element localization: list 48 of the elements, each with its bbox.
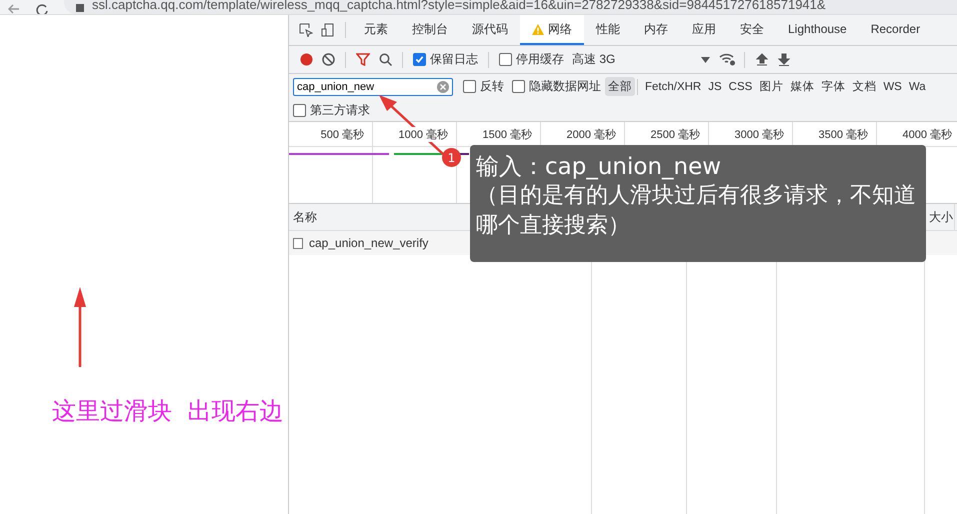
type-filter[interactable]: 媒体 [787, 77, 818, 96]
devtools-tab[interactable]: Lighthouse [776, 15, 859, 45]
column-header[interactable]: 大小 [929, 208, 953, 226]
timeline-tick: 4000 毫秒 [902, 126, 952, 142]
filter-field[interactable]: cap_union_new [293, 78, 453, 96]
arrow-icon [73, 287, 87, 367]
type-filter[interactable]: 全部 [605, 77, 635, 96]
type-filter[interactable]: Wa [906, 78, 929, 94]
timeline-tick: 3500 毫秒 [818, 126, 868, 142]
type-filter[interactable]: 字体 [818, 77, 848, 96]
timeline-tick: 1500 毫秒 [482, 126, 532, 142]
devtools-tab[interactable]: Recorder [858, 15, 932, 45]
request-name[interactable]: cap_union_new_verify [309, 236, 428, 250]
throttling-select[interactable]: 高速 3G [572, 51, 710, 68]
devtools-tab[interactable]: 应用 [680, 15, 728, 45]
devtools-tab[interactable]: 源代码 [460, 15, 520, 45]
type-filter[interactable]: 图片 [756, 77, 786, 96]
column-header[interactable]: 名称 [293, 208, 317, 226]
type-filter[interactable]: CSS [726, 78, 756, 94]
checkbox[interactable]: 第三方请求 [293, 102, 370, 118]
timeline-tick: 500 毫秒 [320, 126, 364, 142]
checkbox[interactable]: 反转 [463, 78, 504, 95]
callout-note: （目的是有的人滑块过后有很多请求，不知道哪个直接搜索） [476, 182, 917, 240]
devtools-tab[interactable]: 安全 [728, 15, 776, 45]
timeline-tick: 2000 毫秒 [566, 126, 616, 142]
timeline-tick: 1000 毫秒 [398, 126, 448, 142]
devtools-tab[interactable]: 控制台 [400, 15, 460, 45]
checkbox[interactable]: 停用缓存 [499, 51, 564, 68]
devtools-tab[interactable]: 网络 [520, 15, 584, 45]
checkmark-icon [415, 55, 424, 64]
type-filter[interactable]: WS [880, 78, 905, 94]
type-filter[interactable]: 文档 [849, 77, 880, 96]
devtools-tab[interactable]: 元素 [352, 15, 400, 45]
annotation-note: 这里过滑块 出现右边 [52, 396, 284, 427]
timeline-tick: 3000 毫秒 [734, 126, 784, 142]
checkbox[interactable]: 保留日志 [413, 51, 478, 68]
timeline-tick: 2500 毫秒 [650, 126, 700, 142]
callout-title: 输入：cap_union_new [476, 153, 722, 181]
devtools-tab[interactable]: 性能 [584, 15, 632, 45]
reload-icon[interactable] [36, 4, 48, 14]
type-filter[interactable]: Fetch/XHR [642, 78, 704, 94]
back-arrow-icon[interactable] [8, 4, 20, 14]
caret-icon [701, 56, 710, 62]
file-icon [293, 238, 303, 248]
checkbox[interactable]: 隐藏数据网址 [512, 78, 601, 95]
devtools-tab[interactable]: 内存 [632, 15, 680, 45]
clear-field-icon[interactable] [437, 80, 449, 92]
type-filter[interactable]: JS [705, 78, 725, 94]
